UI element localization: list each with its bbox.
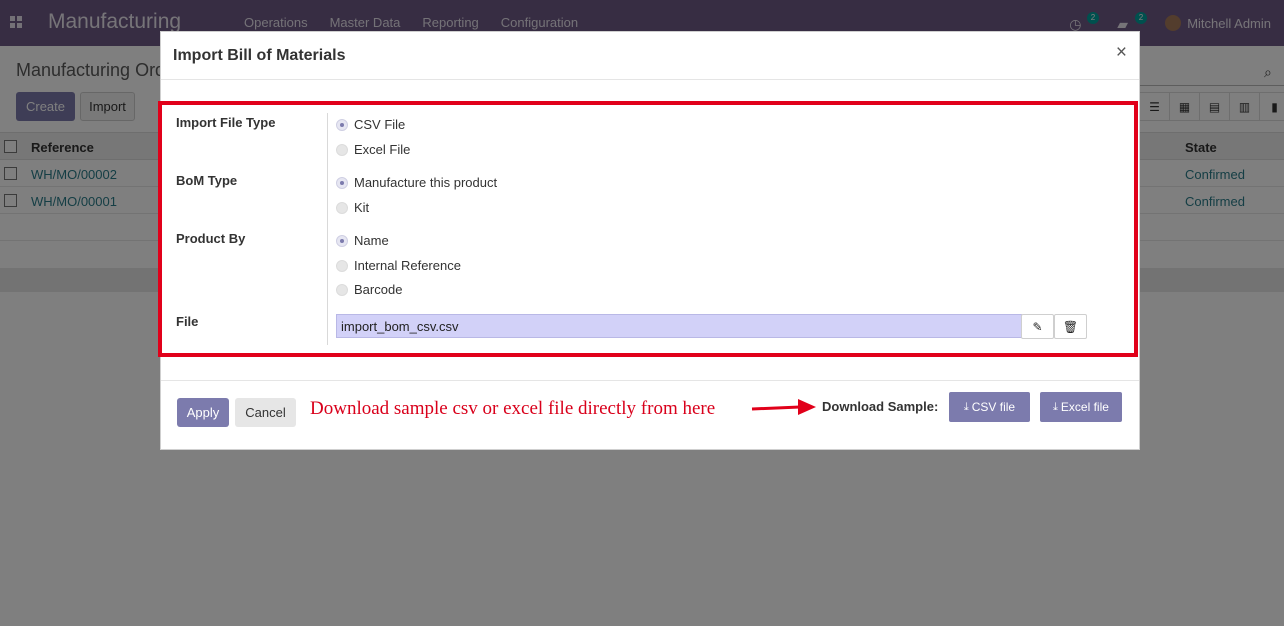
close-icon[interactable]: ×: [1116, 43, 1127, 63]
radio-kit[interactable]: Kit: [336, 200, 369, 215]
radio-label: Name: [354, 233, 389, 248]
radio-name[interactable]: Name: [336, 233, 389, 248]
radio-selected-icon[interactable]: [336, 176, 348, 189]
radio-excel-file[interactable]: Excel File: [336, 142, 410, 157]
radio-unselected-icon[interactable]: [336, 143, 348, 156]
apply-button[interactable]: Apply: [177, 398, 229, 427]
download-icon: ⤓: [1053, 400, 1058, 413]
download-csv-button[interactable]: ⤓ CSV file: [949, 392, 1030, 422]
radio-unselected-icon[interactable]: [336, 259, 348, 272]
radio-label: Barcode: [354, 282, 403, 297]
download-sample-label: Download Sample:: [822, 399, 939, 414]
file-label: File: [176, 314, 199, 329]
file-field[interactable]: import_bom_csv.csv: [336, 314, 1022, 338]
dialog-header: Import Bill of Materials ×: [161, 32, 1139, 80]
dialog-footer-divider: [161, 380, 1139, 381]
field-divider: [327, 113, 328, 345]
download-excel-button[interactable]: ⤓ Excel file: [1040, 392, 1122, 422]
radio-label: Manufacture this product: [354, 175, 498, 190]
download-icon: ⤓: [963, 400, 969, 413]
radio-label: Excel File: [354, 142, 411, 157]
cancel-button[interactable]: Cancel: [235, 398, 296, 427]
radio-manufacture[interactable]: Manufacture this product: [336, 175, 497, 190]
annotation-text: Download sample csv or excel file direct…: [310, 398, 716, 419]
radio-csv-file[interactable]: CSV File: [336, 117, 405, 132]
radio-unselected-icon[interactable]: [336, 201, 348, 214]
download-excel-label: Excel file: [1060, 400, 1109, 414]
product-by-label: Product By: [176, 231, 246, 246]
radio-label: CSV File: [354, 117, 406, 132]
radio-selected-icon[interactable]: [336, 118, 348, 131]
radio-label: Internal Reference: [354, 258, 461, 273]
import-file-type-label: Import File Type: [176, 115, 276, 130]
radio-internal-reference[interactable]: Internal Reference: [336, 258, 461, 273]
annotation-arrow-icon: [751, 399, 816, 415]
radio-label: Kit: [354, 200, 370, 215]
bom-type-label: BoM Type: [176, 173, 238, 188]
radio-selected-icon[interactable]: [336, 234, 348, 247]
trash-icon[interactable]: 🗑: [1054, 314, 1087, 339]
edit-pencil-icon[interactable]: ✎: [1021, 314, 1054, 339]
radio-barcode[interactable]: Barcode: [336, 282, 402, 297]
dialog-title: Import Bill of Materials: [173, 47, 346, 64]
radio-unselected-icon[interactable]: [336, 283, 348, 296]
download-csv-label: CSV file: [971, 400, 1016, 414]
